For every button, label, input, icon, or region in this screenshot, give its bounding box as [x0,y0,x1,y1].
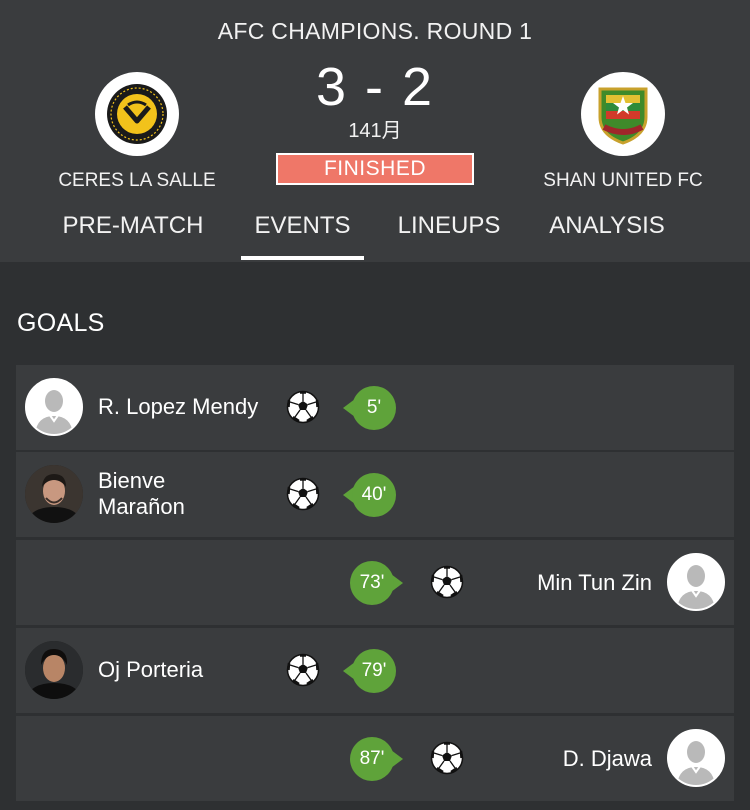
goal-minute-badge: 87' [350,737,403,781]
goal-minute: 73' [359,572,385,593]
goal-minute: 40' [361,484,387,505]
player-name: Bienve Marañon [98,468,185,519]
soccer-ball-icon [430,741,464,775]
goal-minute: 87' [359,748,385,769]
goal-minute-badge: 40' [343,473,402,517]
goal-minute: 5' [366,397,382,418]
player-name: D. Djawa [562,746,652,771]
player-name: Min Tun Zin [537,570,652,595]
goal-event-row[interactable]: R. Lopez Mendy 5' [16,365,734,450]
player-name: R. Lopez Mendy [98,394,259,419]
competition-title: AFC CHAMPIONS. ROUND 1 [217,18,533,44]
player-photo [25,641,83,699]
tab-analysis[interactable]: ANALYSIS [536,205,678,262]
player-name: Oj Porteria [98,657,204,682]
goal-minute-badge: 5' [343,386,402,430]
goal-minute-badge: 73' [350,561,403,605]
player-photo [25,465,83,523]
placeholder-avatar-icon [667,729,725,787]
goals-section-title: GOALS [17,309,105,337]
shan-united-crest-icon [581,72,665,156]
goal-event-row[interactable]: 87' D. Djawa [16,716,734,801]
goal-event-row[interactable]: 73' Min Tun Zin [16,540,734,625]
away-team-name: SHAN UNITED FC [543,170,703,191]
away-team[interactable]: SHAN UNITED FC [508,72,738,192]
tab-events[interactable]: EVENTS [241,205,364,262]
tab-pre-match[interactable]: PRE-MATCH [50,205,216,262]
ceres-la-salle-crest-icon [95,72,179,156]
soccer-ball-icon [286,477,320,511]
score: 3 - 2 [315,57,435,117]
home-team[interactable]: CERES LA SALLE [22,72,252,192]
goal-event-row[interactable]: Bienve Marañon 40' [16,452,734,537]
match-tabs: PRE-MATCH EVENTS LINEUPS ANALYSIS [0,205,750,262]
match-header: AFC CHAMPIONS. ROUND 1 CERES LA SALLE 3 … [0,0,750,262]
placeholder-avatar-icon [25,378,83,436]
goal-minute-badge: 79' [343,649,402,693]
soccer-ball-icon [286,653,320,687]
placeholder-avatar-icon [667,553,725,611]
home-team-name: CERES LA SALLE [58,170,216,191]
tab-lineups[interactable]: LINEUPS [386,205,512,262]
goal-minute: 79' [361,660,387,681]
status-badge: FINISHED [276,153,474,185]
soccer-ball-icon [286,390,320,424]
goal-event-row[interactable]: Oj Porteria 79' [16,628,734,713]
match-date: 141月 [348,120,402,142]
soccer-ball-icon [430,565,464,599]
